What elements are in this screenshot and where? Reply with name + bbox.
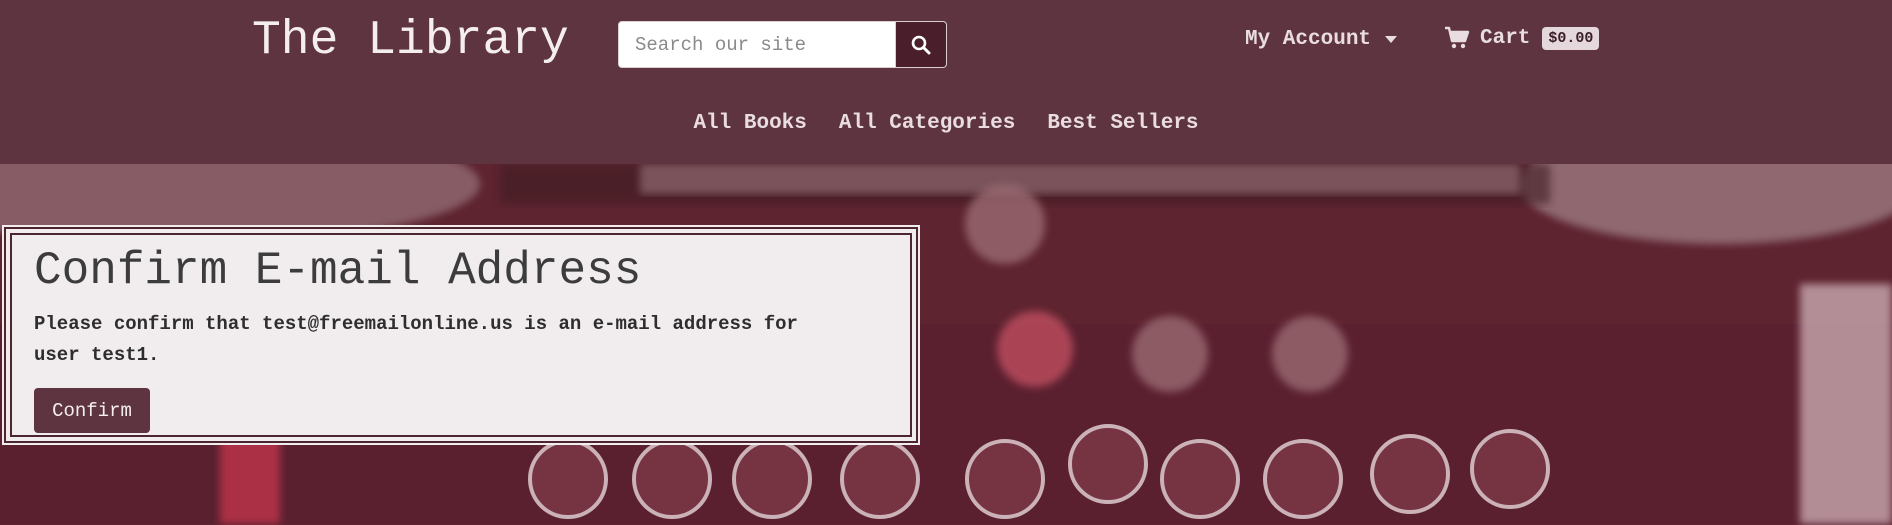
page-title: Confirm E-mail Address: [34, 245, 642, 297]
message-suffix: .: [148, 344, 160, 366]
search-form: [618, 21, 947, 68]
confirm-email-card: Confirm E-mail Address Please confirm th…: [2, 225, 920, 445]
my-account-dropdown[interactable]: My Account: [1245, 28, 1398, 51]
cart-icon: [1445, 26, 1470, 49]
chevron-down-icon: [1385, 36, 1398, 43]
nav-all-categories[interactable]: All Categories: [839, 112, 1015, 135]
cart-total-badge: $0.00: [1542, 26, 1600, 50]
my-account-label: My Account: [1245, 28, 1372, 51]
confirm-button[interactable]: Confirm: [34, 388, 150, 433]
card-inner-border: Confirm E-mail Address Please confirm th…: [10, 233, 912, 437]
confirm-message: Please confirm that test@freemailonline.…: [34, 309, 854, 371]
top-navbar: The Library My Account Cart $0.00 All Bo…: [0, 0, 1892, 164]
nav-all-books[interactable]: All Books: [693, 112, 806, 135]
message-prefix: Please confirm that: [34, 313, 263, 335]
site-brand[interactable]: The Library: [252, 14, 569, 68]
email-link[interactable]: test@freemailonline.us: [262, 313, 513, 335]
cart-link[interactable]: Cart $0.00: [1444, 26, 1600, 50]
search-button[interactable]: [895, 22, 946, 67]
search-input[interactable]: [619, 22, 895, 67]
search-icon: [911, 35, 931, 54]
username: test1: [91, 344, 149, 366]
cart-label: Cart: [1480, 26, 1531, 50]
main-nav: All Books All Categories Best Sellers: [0, 112, 1892, 135]
nav-best-sellers[interactable]: Best Sellers: [1047, 112, 1198, 135]
